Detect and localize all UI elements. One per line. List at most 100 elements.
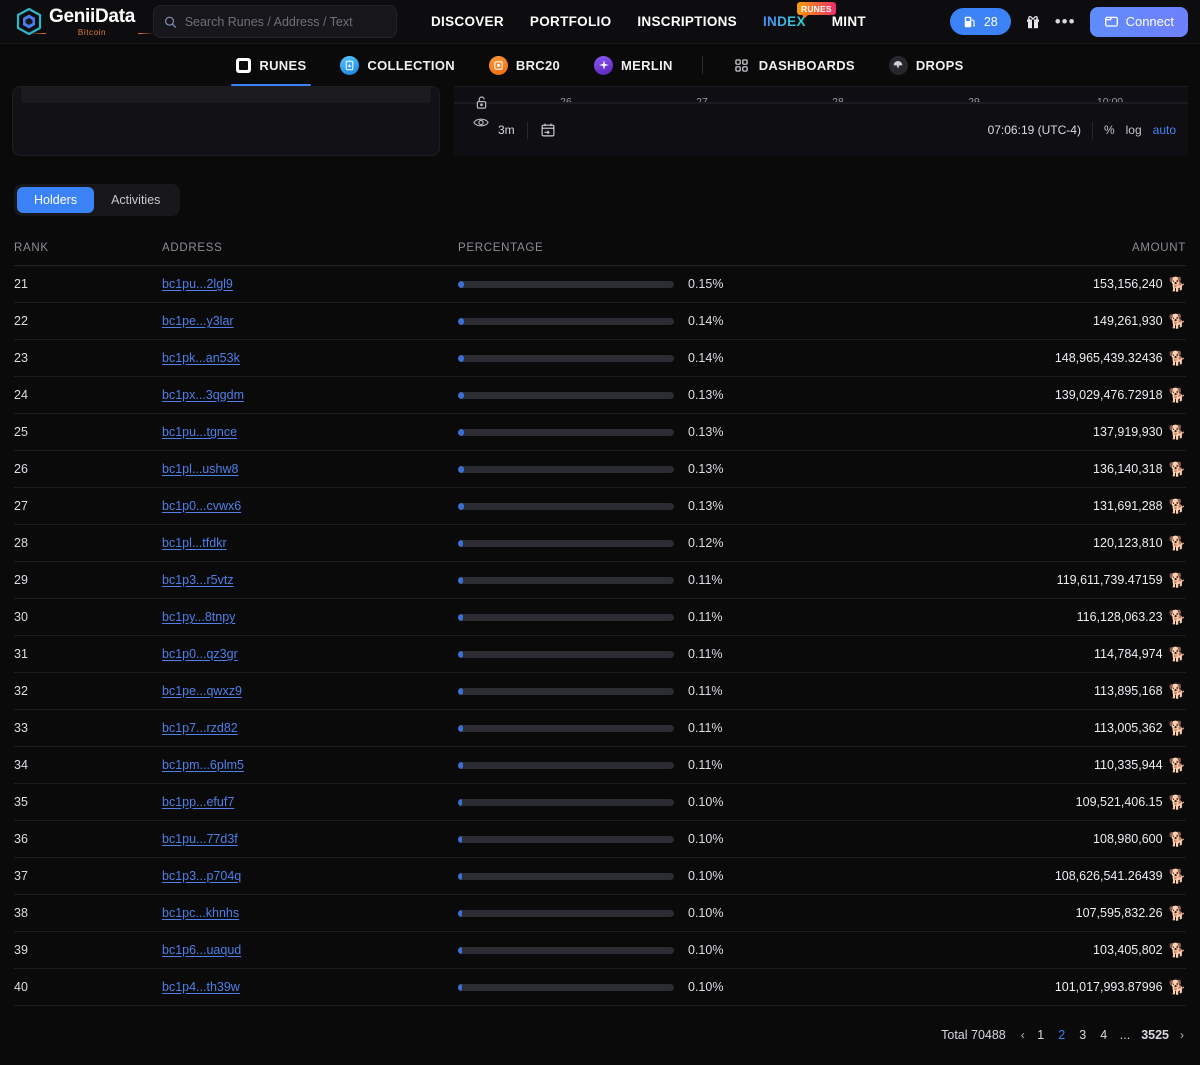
address-link[interactable]: bc1pe...y3lar (162, 314, 234, 328)
amount-value: 139,029,476.72918 (1054, 388, 1163, 402)
address-link[interactable]: bc1pe...qwxz9 (162, 684, 242, 698)
cell-address: bc1pp...efuf7 (162, 793, 458, 811)
nav-inscriptions[interactable]: INSCRIPTIONS (637, 14, 737, 29)
cell-percentage: 0.13% (458, 388, 886, 402)
subnav-item-runes[interactable]: RUNES (219, 44, 323, 86)
nav-index[interactable]: INDEX RUNES (762, 2, 836, 29)
address-link[interactable]: bc1pu...tgnce (162, 425, 237, 439)
address-link[interactable]: bc1p6...uaqud (162, 943, 241, 957)
cell-address: bc1py...8tnpy (162, 608, 458, 626)
amount-value: 108,626,541.26439 (1054, 869, 1163, 883)
cell-rank: 25 (14, 425, 28, 439)
chart-log-toggle[interactable]: log (1126, 123, 1142, 137)
address-link[interactable]: bc1pk...an53k (162, 351, 240, 365)
percentage-bar (458, 650, 674, 658)
eye-icon[interactable] (473, 116, 489, 129)
connect-wallet-button[interactable]: Connect (1089, 6, 1188, 37)
address-link[interactable]: bc1p3...r5vtz (162, 573, 234, 587)
subnav-item-dashboards[interactable]: DASHBOARDS (715, 44, 872, 86)
chart-auto-toggle[interactable]: auto (1153, 123, 1176, 137)
nav-portfolio[interactable]: PORTFOLIO (530, 14, 611, 29)
chevron-right-icon[interactable]: › (1180, 1028, 1184, 1042)
footer-divider (526, 121, 528, 139)
cell-rank: 34 (14, 758, 28, 772)
percentage-value: 0.13% (688, 425, 724, 439)
address-link[interactable]: bc1p7...rzd82 (162, 721, 238, 735)
gift-icon[interactable] (1025, 14, 1041, 30)
address-link[interactable]: bc1p4...th39w (162, 980, 240, 994)
tab-activities[interactable]: Activities (94, 187, 177, 213)
cell-rank: 24 (14, 388, 28, 402)
page-4[interactable]: 4 (1099, 1028, 1109, 1042)
address-link[interactable]: bc1pm...6plm5 (162, 758, 244, 772)
page-ellipsis: ... (1119, 1028, 1131, 1042)
percentage-value: 0.14% (688, 314, 724, 328)
address-link[interactable]: bc1pu...77d3f (162, 832, 238, 846)
page-list: 1 2 3 4... 3525 (1036, 1028, 1169, 1042)
cell-rank: 31 (14, 647, 28, 661)
chevron-left-icon[interactable]: ‹ (1021, 1028, 1025, 1042)
nav-discover[interactable]: DISCOVER (431, 14, 504, 29)
price-chart-panel[interactable]: 26 27 28 29 10:00 3m 07:06:19 (UTC-4) % … (454, 86, 1188, 156)
column-header-address: ADDRESS (162, 242, 223, 254)
address-link[interactable]: bc1p0...qz3gr (162, 647, 238, 661)
site-logo[interactable]: GeniiData Bitcoin (16, 7, 135, 37)
nav-index-label: INDEX (762, 14, 806, 29)
amount-value: 119,611,739.47159 (1056, 573, 1163, 587)
tab-holders[interactable]: Holders (17, 187, 95, 213)
percentage-bar (458, 391, 674, 399)
chart-timeframe[interactable]: 3m (498, 123, 515, 137)
nav-runes-badge: RUNES (796, 2, 836, 18)
search-icon (164, 16, 177, 28)
cell-address: bc1pu...2lgl9 (162, 275, 458, 293)
drops-icon (888, 55, 908, 75)
cell-amount: 110,335,944 🐕 (886, 757, 1186, 774)
table-row: 36 bc1pu...77d3f 0.10% 108,980,600 🐕 (14, 821, 1186, 858)
subnav-label-collection: COLLECTION (367, 57, 455, 73)
cell-percentage: 0.13% (458, 462, 886, 476)
page-3525[interactable]: 3525 (1141, 1028, 1169, 1042)
subnav-item-collection[interactable]: COLLECTION (323, 44, 472, 86)
table-row: 30 bc1py...8tnpy 0.11% 116,128,063.23 🐕 (14, 599, 1186, 636)
chart-strip: 26 27 28 29 10:00 3m 07:06:19 (UTC-4) % … (0, 86, 1200, 156)
address-link[interactable]: bc1p0...cvwx6 (162, 499, 241, 513)
address-link[interactable]: bc1p3...p704q (162, 869, 241, 883)
unlock-icon[interactable] (474, 95, 489, 110)
address-link[interactable]: bc1pc...khnhs (162, 906, 239, 920)
address-link[interactable]: bc1pl...ushw8 (162, 462, 238, 476)
percentage-bar (458, 946, 674, 954)
nav-mint[interactable]: MINT (832, 14, 866, 29)
page-2[interactable]: 2 (1057, 1028, 1067, 1042)
cell-amount: 109,521,406.15 🐕 (886, 794, 1186, 811)
cell-amount: 120,123,810 🐕 (886, 535, 1186, 552)
subnav-item-merlin[interactable]: MERLIN (577, 44, 690, 86)
amount-value: 149,261,930 (1093, 314, 1163, 328)
percentage-bar (458, 539, 674, 547)
subnav-item-brc20[interactable]: BRC20 (472, 44, 577, 86)
search-input[interactable] (184, 14, 386, 29)
top-header: GeniiData Bitcoin DISCOVER PORTFOLIO INS… (0, 0, 1200, 44)
more-dots-icon[interactable]: ••• (1055, 13, 1076, 30)
chart-percent-toggle[interactable]: % (1104, 123, 1115, 137)
cell-address: bc1p7...rzd82 (162, 719, 458, 737)
rune-symbol-icon: 🐕 (1168, 460, 1186, 477)
address-link[interactable]: bc1pp...efuf7 (162, 795, 234, 809)
axis-tick: 10:00 (1096, 96, 1124, 103)
cell-address: bc1pl...ushw8 (162, 460, 458, 478)
global-search[interactable] (153, 5, 397, 38)
subnav-item-drops[interactable]: DROPS (872, 44, 981, 86)
calendar-icon[interactable] (540, 122, 556, 138)
address-link[interactable]: bc1pl...tfdkr (162, 536, 227, 550)
percentage-value: 0.11% (688, 573, 723, 587)
gas-fee-button[interactable]: 28 (949, 8, 1011, 35)
page-1[interactable]: 1 (1036, 1028, 1046, 1042)
table-row: 35 bc1pp...efuf7 0.10% 109,521,406.15 🐕 (14, 784, 1186, 821)
logo-wordmark: GeniiData (49, 5, 135, 27)
page-3[interactable]: 3 (1078, 1028, 1088, 1042)
subnav-divider (701, 56, 703, 74)
address-link[interactable]: bc1px...3qgdm (162, 388, 244, 402)
percentage-bar (458, 761, 674, 769)
address-link[interactable]: bc1py...8tnpy (162, 610, 235, 624)
address-link[interactable]: bc1pu...2lgl9 (162, 277, 233, 291)
percentage-bar (458, 354, 674, 362)
